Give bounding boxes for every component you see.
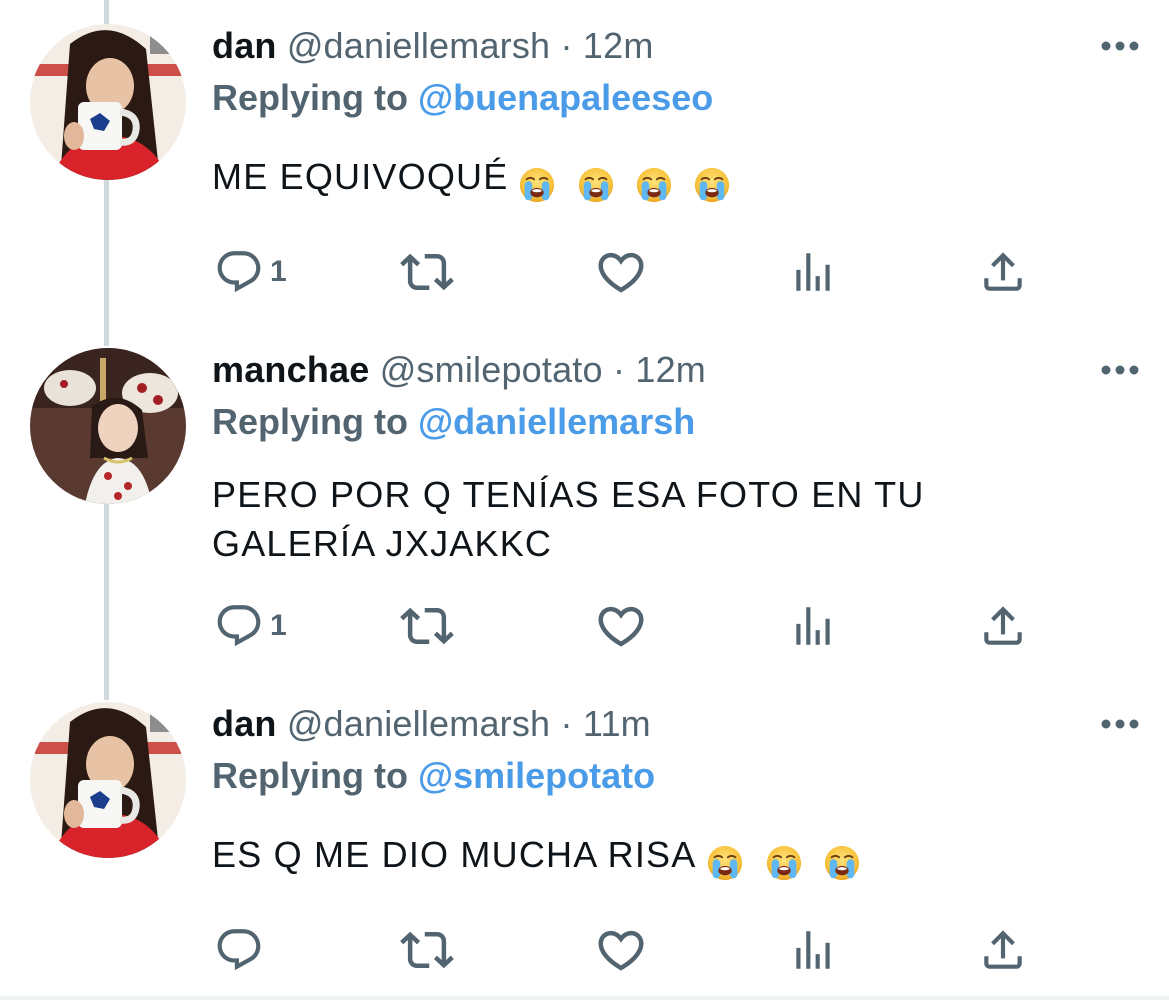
replying-to-line: Replying to @smilepotato	[212, 754, 655, 798]
views-button[interactable]	[788, 596, 838, 656]
tweet-actions: 1	[0, 242, 1169, 302]
retweet-button[interactable]	[400, 242, 454, 302]
tweet-actions	[0, 920, 1169, 980]
like-button[interactable]	[594, 920, 648, 980]
thread-connector-line	[104, 0, 109, 24]
share-icon	[978, 601, 1028, 651]
display-name[interactable]: dan	[212, 25, 277, 66]
replying-to-line: Replying to @daniellemarsh	[212, 400, 695, 444]
loudly-crying-face-icon	[577, 166, 615, 204]
reply-count: 1	[270, 609, 287, 642]
tweet-text-content: ES Q ME DIO MUCHA RISA	[212, 834, 697, 875]
like-button[interactable]	[594, 242, 648, 302]
tweet-actions: 1	[0, 596, 1169, 656]
timestamp[interactable]: 12m	[635, 349, 706, 390]
loudly-crying-face-icon	[706, 844, 744, 882]
reply-icon	[214, 601, 264, 651]
emoji-group	[706, 836, 869, 885]
tweet-header: dan @daniellemarsh · 12m	[212, 24, 654, 68]
retweet-icon	[400, 599, 454, 653]
separator-dot: ·	[560, 703, 573, 744]
tweet-text-content: ME EQUIVOQUÉ	[212, 156, 509, 197]
display-name[interactable]: dan	[212, 703, 277, 744]
views-button[interactable]	[788, 920, 838, 980]
username[interactable]: @smilepotato	[380, 349, 603, 390]
share-button[interactable]	[978, 920, 1028, 980]
tweet-text: ME EQUIVOQUÉ	[212, 152, 1072, 207]
loudly-crying-face-icon	[635, 166, 673, 204]
views-button[interactable]	[788, 242, 838, 302]
replying-to-link[interactable]: @daniellemarsh	[418, 401, 695, 442]
views-icon	[788, 601, 838, 651]
reply-count: 1	[270, 255, 287, 288]
more-options-icon[interactable]	[1099, 358, 1141, 382]
reply-button[interactable]: 1	[214, 596, 287, 656]
loudly-crying-face-icon	[823, 844, 861, 882]
replying-to-line: Replying to @buenapaleeseo	[212, 76, 713, 120]
reply-icon	[214, 247, 264, 297]
separator-dot: ·	[560, 25, 573, 66]
loudly-crying-face-icon	[518, 166, 556, 204]
like-icon	[594, 245, 648, 299]
emoji-group	[518, 158, 740, 207]
replying-to-link[interactable]: @smilepotato	[418, 755, 655, 796]
views-icon	[788, 925, 838, 975]
reply-button[interactable]: 1	[214, 242, 287, 302]
separator-dot: ·	[612, 349, 626, 390]
avatar[interactable]	[30, 348, 186, 504]
more-options-icon[interactable]	[1099, 712, 1141, 736]
username[interactable]: @daniellemarsh	[287, 703, 550, 744]
replying-to-link[interactable]: @buenapaleeseo	[418, 77, 713, 118]
tweet-header: manchae @smilepotato · 12m	[212, 348, 706, 392]
retweet-button[interactable]	[400, 920, 454, 980]
share-button[interactable]	[978, 596, 1028, 656]
tweet-text: PERO POR Q TENÍAS ESA FOTO EN TU GALERÍA…	[212, 470, 1072, 568]
retweet-icon	[400, 245, 454, 299]
avatar[interactable]	[30, 702, 186, 858]
tweet-header: dan @daniellemarsh · 11m	[212, 702, 651, 746]
share-icon	[978, 247, 1028, 297]
tweet-text: ES Q ME DIO MUCHA RISA	[212, 830, 1072, 885]
share-button[interactable]	[978, 242, 1028, 302]
more-options-icon[interactable]	[1099, 34, 1141, 58]
like-icon	[594, 923, 648, 977]
timestamp[interactable]: 12m	[583, 25, 654, 66]
reply-button[interactable]	[214, 920, 270, 980]
reply-icon	[214, 925, 264, 975]
like-button[interactable]	[594, 596, 648, 656]
tweet-text-line: PERO POR Q TENÍAS ESA FOTO EN TU	[212, 474, 925, 515]
display-name[interactable]: manchae	[212, 349, 369, 390]
replying-to-label: Replying to	[212, 401, 408, 442]
replying-to-label: Replying to	[212, 755, 408, 796]
loudly-crying-face-icon	[693, 166, 731, 204]
divider	[0, 996, 1169, 1000]
username[interactable]: @daniellemarsh	[287, 25, 550, 66]
views-icon	[788, 247, 838, 297]
loudly-crying-face-icon	[765, 844, 803, 882]
timestamp[interactable]: 11m	[583, 703, 651, 744]
retweet-button[interactable]	[400, 596, 454, 656]
share-icon	[978, 925, 1028, 975]
conversation-thread: dan @daniellemarsh · 12m Replying to @bu…	[0, 0, 1169, 1000]
replying-to-label: Replying to	[212, 77, 408, 118]
like-icon	[594, 599, 648, 653]
retweet-icon	[400, 923, 454, 977]
avatar[interactable]	[30, 24, 186, 180]
tweet-text-line: GALERÍA JXJAKKC	[212, 523, 553, 564]
